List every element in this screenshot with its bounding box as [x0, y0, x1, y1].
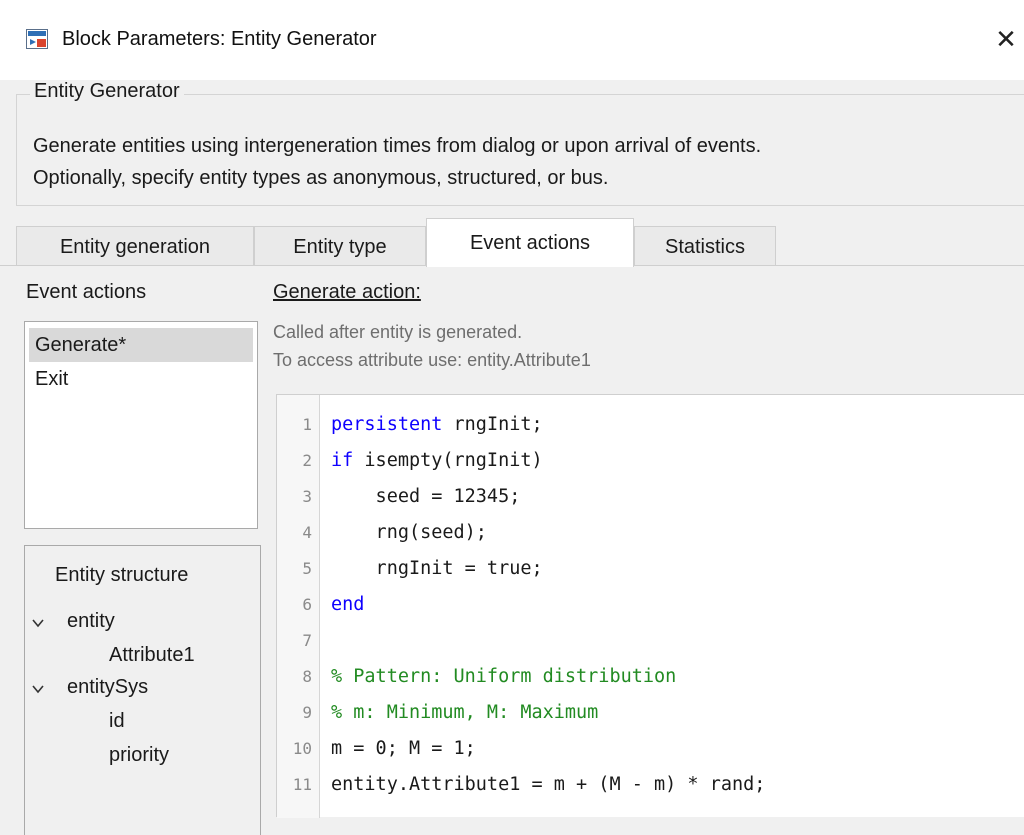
code-text: m = 0; M = 1; — [331, 738, 476, 759]
code-line[interactable]: 6 end — [277, 587, 1024, 623]
code-line[interactable]: 3 seed = 12345; — [277, 479, 1024, 515]
window-title: Block Parameters: Entity Generator — [62, 28, 377, 50]
code-line[interactable]: 10 m = 0; M = 1; — [277, 731, 1024, 767]
tree-node-priority[interactable]: priority — [109, 744, 169, 767]
event-item-generate[interactable]: Generate* — [29, 328, 253, 362]
line-number: 1 — [302, 415, 312, 434]
tab-entity-type[interactable]: Entity type — [254, 226, 426, 266]
line-number: 11 — [292, 775, 312, 794]
generate-action-hint: Called after entity is generated. To acc… — [273, 318, 591, 374]
tab-strip: Entity generation Entity type Event acti… — [16, 218, 1024, 267]
code-text: persistent rngInit; — [331, 414, 543, 435]
code-text: if isempty(rngInit) — [331, 450, 543, 471]
code-text: entity.Attribute1 = m + (M - m) * rand; — [331, 774, 766, 795]
tree-node-id[interactable]: id — [109, 710, 125, 733]
line-number: 5 — [302, 559, 312, 578]
code-text: end — [331, 587, 364, 623]
code-keyword: end — [331, 594, 365, 615]
code-text: rng(seed); — [331, 522, 487, 543]
generate-action-label: Generate action: — [273, 281, 421, 303]
description-line-1: Generate entities using intergeneration … — [33, 135, 762, 157]
tab-event-actions[interactable]: Event actions — [426, 218, 634, 267]
tree-node-attribute1[interactable]: Attribute1 — [109, 644, 195, 667]
code-text: rngInit = true; — [331, 558, 543, 579]
chevron-down-icon[interactable] — [31, 616, 45, 630]
chevron-down-icon[interactable] — [31, 682, 45, 696]
entity-structure-panel: Entity structure entity Attribute1 entit… — [24, 545, 261, 835]
line-number: 6 — [302, 595, 312, 614]
code-keyword: if — [331, 450, 354, 471]
code-line[interactable]: 1 persistent rngInit; — [277, 407, 1024, 443]
line-number: 7 — [302, 631, 312, 650]
code-line[interactable]: 8 % Pattern: Uniform distribution — [277, 659, 1024, 695]
code-comment: % Pattern: Uniform distribution — [331, 666, 677, 687]
line-number: 8 — [302, 667, 312, 686]
code-line[interactable]: 7 — [277, 623, 1024, 659]
tree-node-entitysys[interactable]: entitySys — [67, 676, 148, 699]
code-text: seed = 12345; — [331, 486, 521, 507]
hint-line-2: To access attribute use: entity.Attribut… — [273, 350, 591, 370]
code-editor[interactable]: 1 persistent rngInit; 2 if isempty(rngInit)… — [276, 394, 1024, 818]
simulink-block-icon — [26, 29, 48, 49]
line-number: 2 — [302, 451, 312, 470]
title-bar: Block Parameters: Entity Generator ✕ — [0, 0, 1024, 80]
code-line[interactable]: 4 rng(seed); — [277, 515, 1024, 551]
code-comment: % m: Minimum, M: Maximum — [331, 702, 599, 723]
line-number: 3 — [302, 487, 312, 506]
description-line-2: Optionally, specify entity types as anon… — [33, 167, 609, 189]
close-icon[interactable]: ✕ — [991, 24, 1021, 54]
group-legend: Entity Generator — [30, 80, 184, 103]
tree-node-entity[interactable]: entity — [67, 610, 115, 633]
line-number: 9 — [302, 703, 312, 722]
code-line[interactable]: 9 % m: Minimum, M: Maximum — [277, 695, 1024, 731]
event-item-exit[interactable]: Exit — [25, 362, 257, 396]
line-number: 4 — [302, 523, 312, 542]
code-text: % m: Minimum, M: Maximum — [331, 695, 598, 731]
code-line[interactable]: 11 entity.Attribute1 = m + (M - m) * rand… — [277, 767, 1024, 803]
line-number: 10 — [292, 739, 312, 758]
block-description: Generate entities using intergeneration … — [33, 130, 1018, 194]
event-actions-label: Event actions — [26, 281, 147, 303]
entity-structure-title: Entity structure — [55, 564, 189, 586]
tab-entity-generation[interactable]: Entity generation — [16, 226, 254, 266]
code-text: % Pattern: Uniform distribution — [331, 659, 676, 695]
event-actions-list[interactable]: Generate* Exit — [24, 321, 258, 529]
code-line[interactable]: 5 rngInit = true; — [277, 551, 1024, 587]
code-line[interactable]: 2 if isempty(rngInit) — [277, 443, 1024, 479]
tab-statistics[interactable]: Statistics — [634, 226, 776, 266]
code-keyword: persistent — [331, 414, 443, 435]
hint-line-1: Called after entity is generated. — [273, 322, 523, 342]
